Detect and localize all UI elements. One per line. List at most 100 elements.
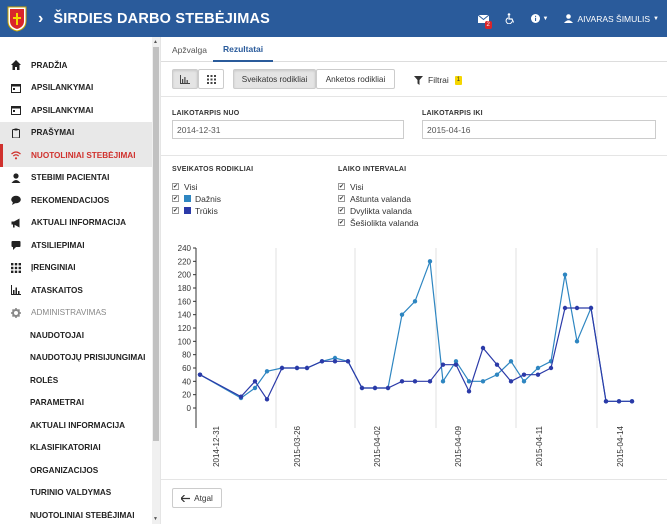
chart-point-rhythm	[480, 345, 486, 351]
checkbox-checked[interactable]: ✔	[172, 207, 179, 214]
checkbox-checked[interactable]: ✔	[338, 195, 345, 202]
chart-point-frequency	[562, 272, 568, 277]
interval-opt-all[interactable]: ✔ Visi	[338, 181, 364, 192]
sidebar-item-feedback[interactable]: ATSILIEPIMAI	[0, 234, 152, 257]
interval-opt-twelfth-label: Dvylikta valanda	[350, 205, 412, 216]
chart-point-rhythm	[252, 379, 258, 384]
sidebar-item-label: STEBIMI PACIENTAI	[31, 173, 110, 183]
chevron-right-icon[interactable]: ›	[38, 10, 43, 27]
chart-point-frequency	[466, 379, 472, 384]
chart-point-rhythm	[466, 389, 472, 394]
sidebar-item-roles[interactable]: ROLĖS	[0, 369, 152, 392]
home-icon	[11, 60, 27, 71]
chart-point-rhythm	[629, 399, 635, 404]
period-to-input[interactable]: 2015-04-16	[422, 120, 656, 139]
health-opt-all[interactable]: ✔ Visi	[172, 181, 198, 192]
interval-opt-sixteenth[interactable]: ✔ Šešiolikta valanda	[338, 217, 419, 228]
checkbox-checked[interactable]: ✔	[338, 183, 345, 190]
scroll-up-icon[interactable]: ▲	[153, 39, 158, 45]
frequency-swatch	[184, 195, 191, 202]
scroll-down-icon[interactable]: ▼	[153, 516, 158, 522]
chart-x-tick-label: 2015-04-14	[616, 425, 625, 466]
sidebar-item-parameters[interactable]: PARAMETRAI	[0, 392, 152, 415]
user-menu[interactable]: AIVARAS ŠIMULIS ▼	[564, 14, 659, 24]
period-from-input[interactable]: 2014-12-31	[172, 120, 404, 139]
calendar-icon	[11, 105, 27, 116]
checkbox-checked[interactable]: ✔	[172, 195, 179, 202]
messages-button[interactable]: 2	[477, 14, 492, 29]
sidebar-item-users[interactable]: NAUDOTOJAI	[0, 324, 152, 347]
sidebar-item-relevant-info[interactable]: AKTUALI INFORMACIJA	[0, 212, 152, 235]
chart-x-tick-label: 2015-03-26	[293, 425, 302, 466]
sidebar-item-relevant-info-admin[interactable]: AKTUALI INFORMACIJA	[0, 414, 152, 437]
filters-toggle[interactable]: Filtrai 1	[414, 73, 463, 87]
sidebar-item-remote-monitoring-admin[interactable]: NUOTOLINIAI STEBĖJIMAI	[0, 504, 152, 524]
survey-indicators-button[interactable]: Anketos rodikliai	[316, 69, 395, 89]
sidebar-scrollbar[interactable]: ▲ ▼	[152, 37, 160, 524]
interval-opt-eighth[interactable]: ✔ Aštunta valanda	[338, 193, 411, 204]
accessibility-button[interactable]	[505, 13, 515, 24]
back-button[interactable]: Atgal	[172, 488, 222, 508]
interval-opt-eighth-label: Aštunta valanda	[350, 193, 411, 204]
chart-y-tick-label: 0	[187, 404, 192, 413]
checkbox-checked[interactable]: ✔	[172, 183, 179, 190]
chart-point-rhythm	[588, 305, 594, 311]
scrollbar-thumb[interactable]	[153, 47, 159, 441]
info-menu[interactable]: ▼	[530, 14, 549, 23]
tab-results[interactable]: Rezultatai	[213, 37, 274, 62]
sidebar-item-label: AKTUALI INFORMACIJA	[31, 218, 127, 228]
top-right-toolbar: 2 ▼ AIVARAS ŠIMULIS ▼	[470, 0, 667, 37]
health-opt-frequency[interactable]: ✔ Dažnis	[172, 193, 221, 204]
period-from-label: LAIKOTARPIS NUO	[172, 110, 240, 117]
health-opt-rhythm[interactable]: ✔ Trūkis	[172, 205, 218, 216]
chart-point-rhythm	[294, 365, 300, 371]
chart-y-tick-label: 160	[178, 297, 192, 306]
line-view-button[interactable]	[172, 69, 198, 89]
sidebar-item-classifiers[interactable]: KLASIFIKATORIAI	[0, 437, 152, 460]
bullhorn-icon	[11, 218, 27, 228]
chevron-down-icon: ▼	[653, 15, 659, 22]
chart-point-rhythm	[372, 385, 378, 391]
sidebar-item-recommendations[interactable]: REKOMENDACIJOS	[0, 189, 152, 212]
health-opt-rhythm-label: Trūkis	[195, 205, 218, 216]
health-indicators-button[interactable]: Sveikatos rodikliai	[233, 69, 316, 89]
interval-opt-twelfth[interactable]: ✔ Dvylikta valanda	[338, 205, 412, 216]
chart-y-tick-label: 40	[182, 377, 191, 386]
sidebar-item-visits-2[interactable]: APSILANKYMAI	[0, 99, 152, 122]
tab-overview[interactable]: Apžvalga	[172, 37, 207, 62]
sidebar-item-administration[interactable]: ADMINISTRAVIMAS	[0, 302, 152, 325]
checkbox-checked[interactable]: ✔	[338, 219, 345, 226]
info-icon	[530, 14, 540, 23]
health-opt-frequency-label: Dažnis	[195, 193, 221, 204]
chart-point-rhythm	[548, 365, 554, 371]
sidebar-item-reports[interactable]: ATASKAITOS	[0, 279, 152, 302]
comment-icon	[11, 195, 27, 206]
sidebar-item-visits[interactable]: APSILANKYMAI	[0, 77, 152, 100]
sidebar-item-monitored-patients[interactable]: STEBIMI PACIENTAI	[0, 167, 152, 190]
sidebar-item-requests[interactable]: PRAŠYMAI	[0, 121, 152, 144]
chart-point-rhythm	[535, 372, 541, 377]
sidebar-menu: PRADŽIA APSILANKYMAI APSILANKYMAI PRAŠYMAI N…	[0, 54, 152, 524]
sidebar-item-content-management[interactable]: TURINIO VALDYMAS	[0, 482, 152, 505]
sidebar-item-home[interactable]: PRADŽIA	[0, 54, 152, 77]
sidebar-item-organizations[interactable]: ORGANIZACIJOS	[0, 459, 152, 482]
sidebar-item-user-logins[interactable]: NAUDOTOJŲ PRISIJUNGIMAI	[0, 347, 152, 370]
chart-point-frequency	[508, 359, 514, 364]
sidebar-item-label: APSILANKYMAI	[31, 83, 94, 93]
sidebar-item-remote-monitoring[interactable]: NUOTOLINIAI STEBĖJIMAI	[0, 144, 152, 167]
chart-point-frequency	[574, 339, 580, 344]
chevron-down-icon: ▼	[542, 15, 549, 22]
sidebar-item-label: ADMINISTRAVIMAS	[31, 308, 107, 318]
coat-of-arms-logo[interactable]	[6, 5, 28, 33]
chart-y-tick-label: 80	[182, 351, 191, 360]
checkbox-checked[interactable]: ✔	[338, 207, 345, 214]
chart-point-rhythm	[616, 399, 622, 404]
sidebar-item-label: APSILANKYMAI	[31, 105, 94, 115]
sidebar-item-label: KLASIFIKATORIAI	[30, 443, 101, 453]
line-chart-icon	[180, 74, 190, 84]
sidebar-item-devices[interactable]: ĮRENGINIAI	[0, 257, 152, 280]
chart-point-rhythm	[494, 362, 500, 367]
grid-icon	[206, 74, 216, 84]
grid-view-button[interactable]	[198, 69, 224, 89]
user-name: AIVARAS ŠIMULIS	[577, 13, 651, 24]
